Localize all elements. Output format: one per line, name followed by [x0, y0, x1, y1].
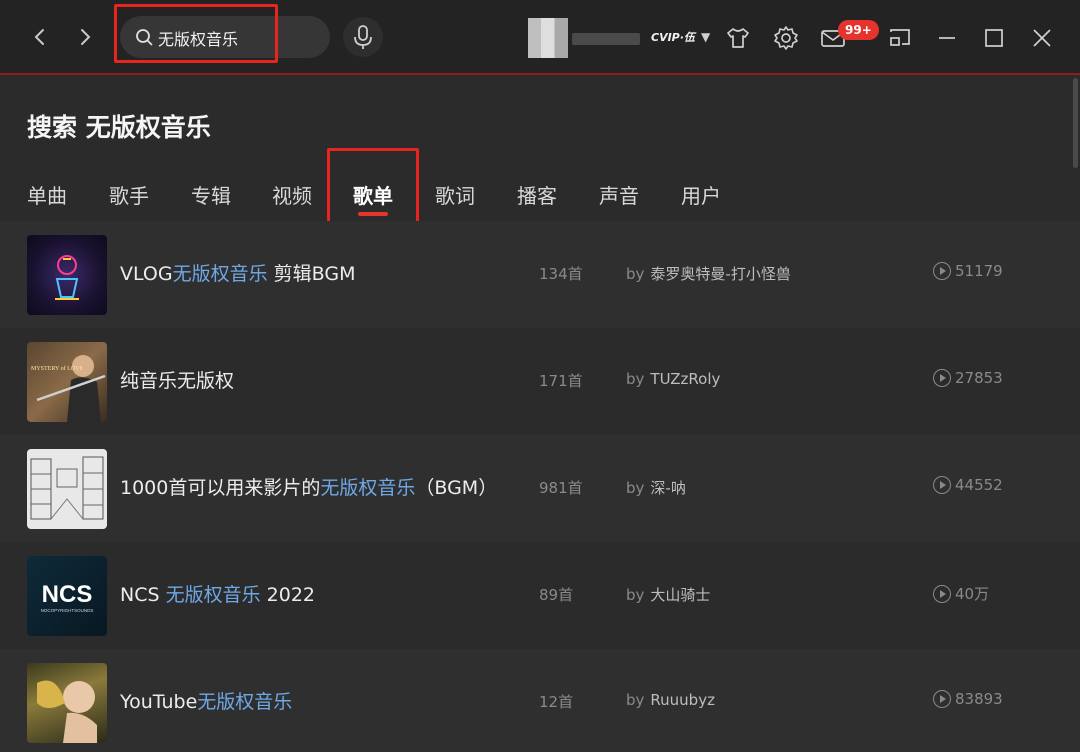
play-circle-icon [933, 369, 951, 387]
track-count: 981首 [539, 479, 583, 497]
playlist-row[interactable]: YouTube无版权音乐 12首 by Ruuubyz 83893 [0, 649, 1080, 752]
mini-mode-icon[interactable] [886, 24, 914, 52]
username-blurred[interactable] [572, 33, 640, 45]
playlist-cover [27, 449, 107, 529]
playlist-cover [27, 663, 107, 743]
owner-link[interactable]: Ruuubyz [650, 691, 715, 709]
owner-link[interactable]: 泰罗奥特曼-打小怪兽 [650, 265, 790, 283]
ncs-logo-text: NCS [42, 581, 93, 608]
search-tabs: 单曲 歌手 专辑 视频 歌单 歌词 播客 声音 用户 [0, 180, 1080, 220]
play-count: 44552 [933, 476, 1003, 494]
playlist-cover [27, 235, 107, 315]
playlist-title[interactable]: YouTube无版权音乐 [120, 687, 292, 714]
neon-figure-image [55, 255, 79, 300]
play-count: 51179 [933, 262, 1003, 280]
owner-link[interactable]: 大山骑士 [650, 586, 710, 604]
play-count: 83893 [933, 690, 1003, 708]
playlist-title[interactable]: NCS 无版权音乐 2022 [120, 580, 315, 607]
forward-button[interactable] [72, 24, 98, 50]
playlist-title[interactable]: 1000首可以用来影片的无版权音乐（BGM） [120, 473, 497, 500]
tab-videos[interactable]: 视频 [272, 180, 312, 209]
playlist-cover: MYSTERY of LOVE [27, 342, 107, 422]
playlist-owner: by Ruuubyz [626, 691, 715, 709]
tab-songs[interactable]: 单曲 [27, 180, 67, 209]
play-circle-icon [933, 476, 951, 494]
chevron-right-icon [81, 29, 91, 45]
owner-link[interactable]: TUZzRoly [650, 370, 720, 388]
playlist-row[interactable]: NCS NOCOPYRIGHTSOUNDS NCS 无版权音乐 2022 89首… [0, 542, 1080, 649]
ncs-subtitle-text: NOCOPYRIGHTSOUNDS [41, 608, 94, 613]
track-count: 134首 [539, 265, 583, 283]
track-count: 89首 [539, 586, 574, 604]
minimize-icon[interactable] [933, 24, 961, 52]
tab-sounds[interactable]: 声音 [599, 180, 639, 209]
scrollbar[interactable] [1073, 78, 1078, 168]
playlist-owner: by 深-呐 [626, 479, 686, 497]
title-bar: 无版权音乐 CVIP·伍 ▼ 99+ [0, 0, 1080, 75]
account-dropdown-icon[interactable]: ▼ [701, 30, 710, 44]
tab-lyrics[interactable]: 歌词 [435, 180, 475, 209]
playlist-row[interactable]: VLOG无版权音乐 剪辑BGM 134首 by 泰罗奥特曼-打小怪兽 51179 [0, 221, 1080, 328]
microphone-icon [354, 25, 372, 49]
playlist-row[interactable]: 1000首可以用来影片的无版权音乐（BGM） 981首 by 深-呐 44552 [0, 435, 1080, 542]
playlist-owner: by 大山骑士 [626, 586, 711, 604]
playlist-owner: by 泰罗奥特曼-打小怪兽 [626, 265, 791, 283]
tab-albums[interactable]: 专辑 [191, 180, 231, 209]
page-title: 搜索 无版权音乐 [27, 113, 211, 142]
settings-gear-icon[interactable] [772, 24, 800, 52]
tab-artists[interactable]: 歌手 [109, 180, 149, 209]
play-circle-icon [933, 262, 951, 280]
cherub-painting-image [37, 680, 97, 743]
cover-title-text: MYSTERY of LOVE [31, 365, 83, 372]
play-circle-icon [933, 690, 951, 708]
sketch-room-image [30, 456, 104, 520]
back-button[interactable] [27, 24, 53, 50]
chevron-left-icon [34, 29, 44, 45]
annotation-frame-search [114, 4, 278, 63]
skin-shirt-icon[interactable] [724, 24, 752, 52]
maximize-icon[interactable] [980, 24, 1008, 52]
tab-podcasts[interactable]: 播客 [517, 180, 557, 209]
track-count: 171首 [539, 372, 583, 390]
track-count: 12首 [539, 693, 574, 711]
avatar[interactable] [528, 18, 568, 58]
tab-users[interactable]: 用户 [681, 180, 721, 209]
playlist-title[interactable]: VLOG无版权音乐 剪辑BGM [120, 259, 355, 286]
close-icon[interactable] [1028, 24, 1056, 52]
voice-search-button[interactable] [343, 17, 383, 57]
ncs-logo-image: NCS NOCOPYRIGHTSOUNDS [41, 581, 94, 613]
play-circle-icon [933, 585, 951, 603]
flute-player-image: MYSTERY of LOVE [31, 355, 106, 422]
notification-badge: 99+ [838, 20, 879, 40]
play-count: 27853 [933, 369, 1003, 387]
vip-badge[interactable]: CVIP·伍 [647, 29, 699, 47]
playlist-row[interactable]: MYSTERY of LOVE 纯音乐无版权 171首 by TUZzRoly 2… [0, 328, 1080, 435]
playlist-title[interactable]: 纯音乐无版权 [120, 366, 234, 393]
playlist-cover: NCS NOCOPYRIGHTSOUNDS [27, 556, 107, 636]
owner-link[interactable]: 深-呐 [650, 479, 685, 497]
play-count: 40万 [933, 583, 989, 604]
playlist-owner: by TUZzRoly [626, 370, 721, 388]
